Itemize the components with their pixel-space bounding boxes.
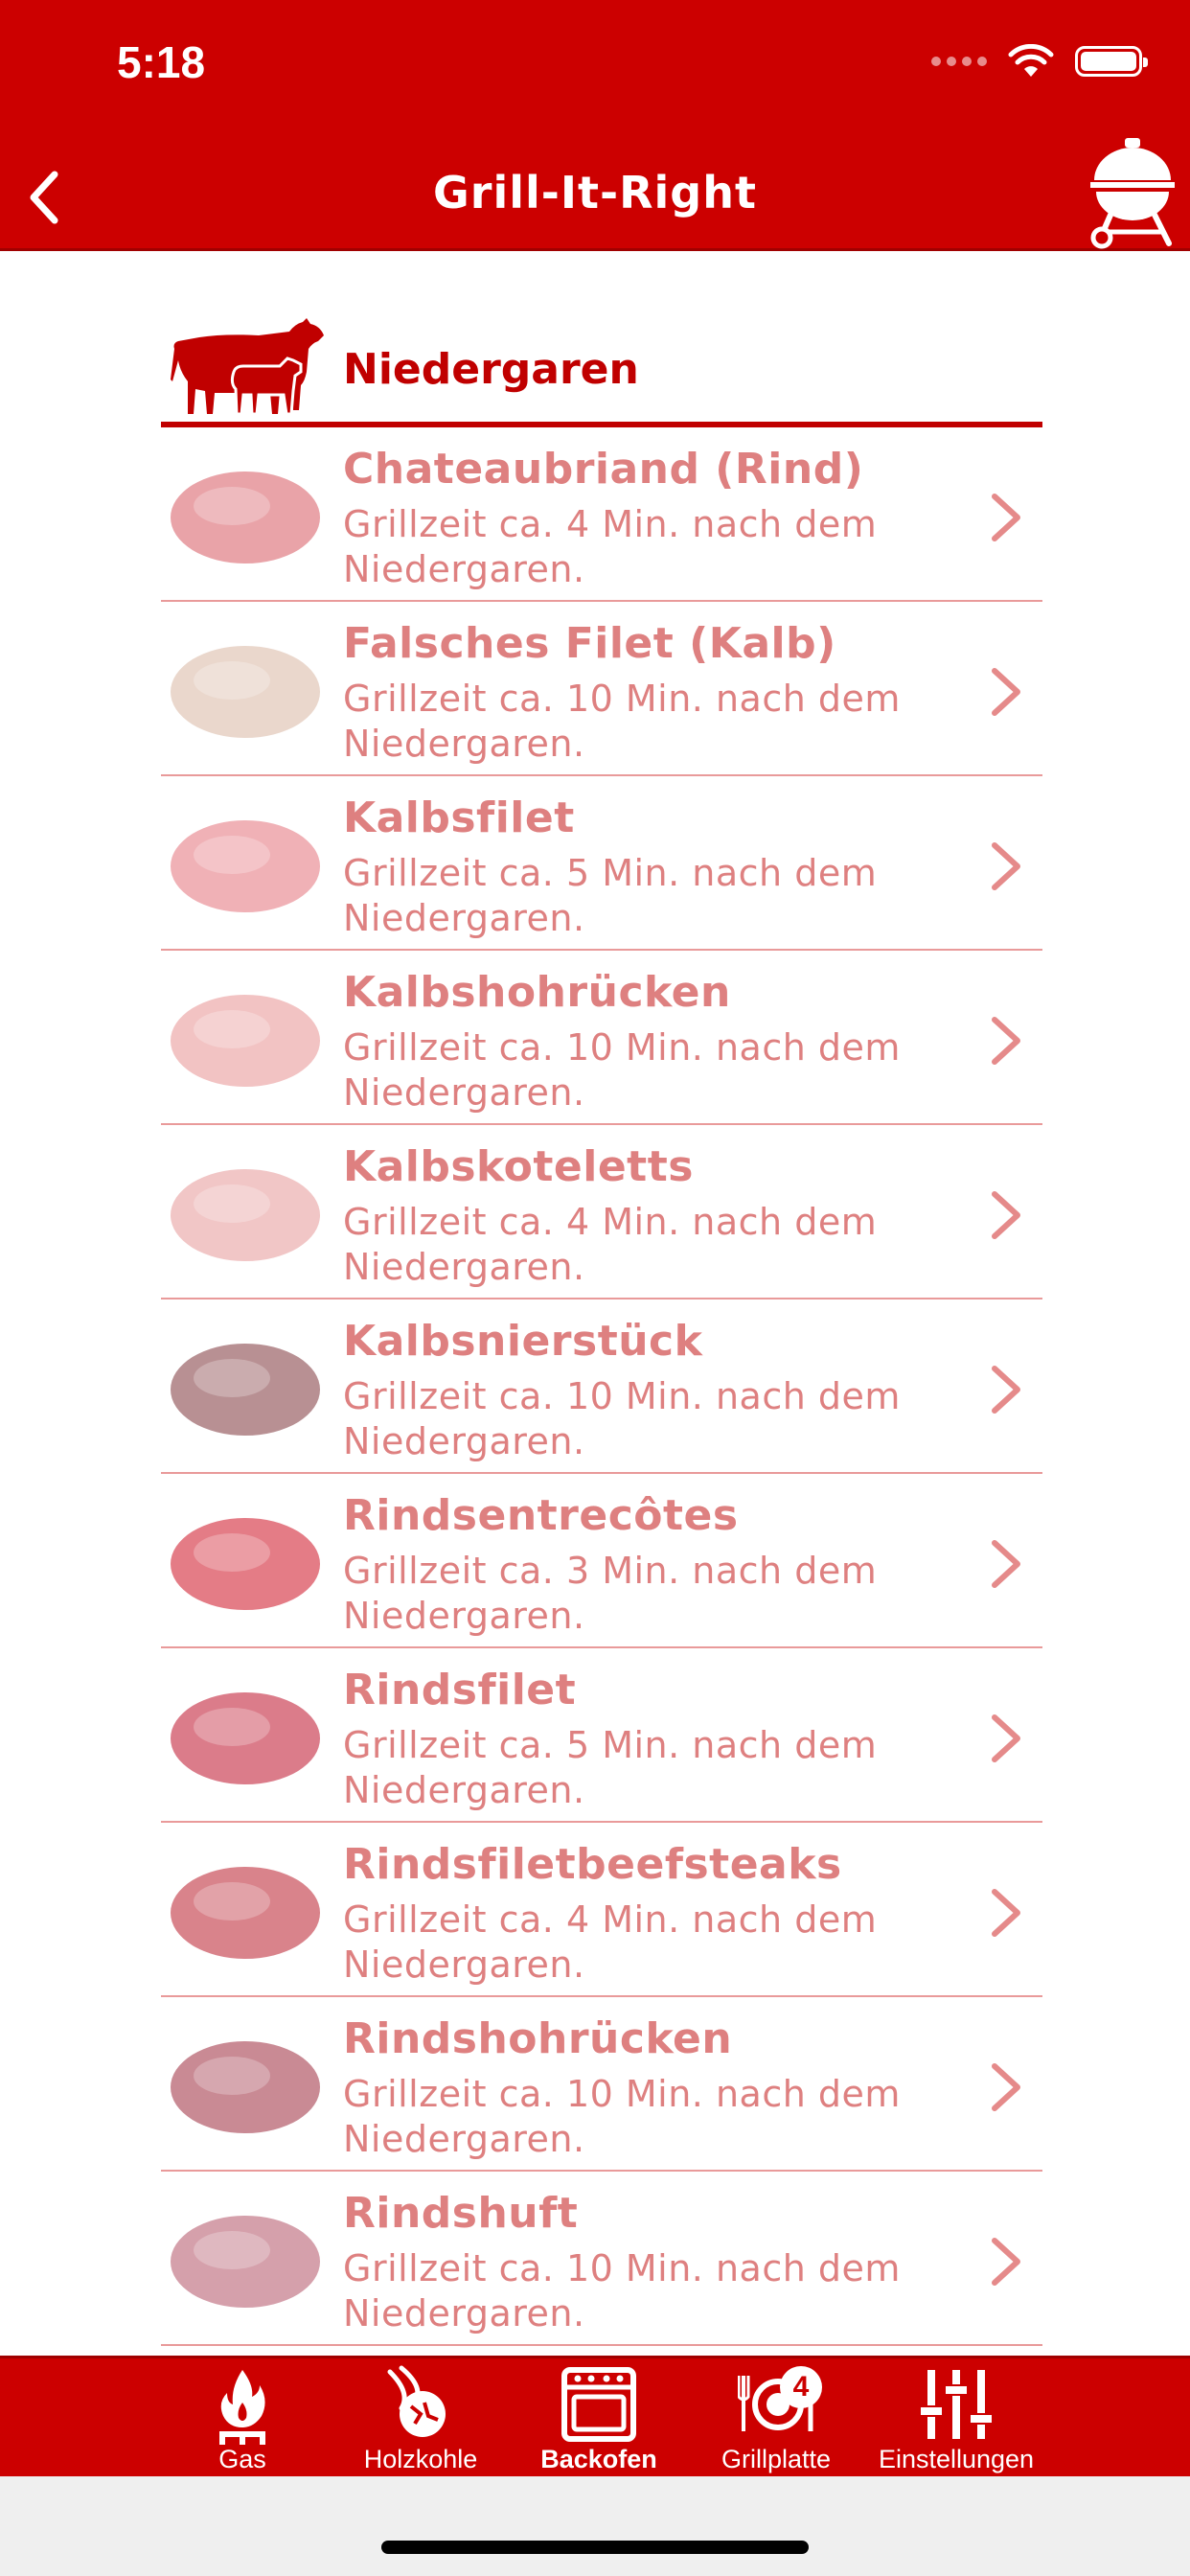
settings-sliders-icon xyxy=(919,2370,994,2439)
status-bar: 5:18 xyxy=(0,0,1190,144)
cattle-icon xyxy=(171,318,324,416)
battery-icon xyxy=(1075,46,1148,77)
tab-backofen[interactable]: Backofen xyxy=(532,2358,666,2479)
item-title: Kalbskoteletts xyxy=(343,1142,694,1191)
item-description: Grillzeit ca. 4 Min. nach dem Niedergare… xyxy=(343,503,878,590)
meat-image xyxy=(171,2041,320,2133)
chevron-right-icon xyxy=(992,1714,1020,1762)
meat-image xyxy=(171,1169,320,1261)
notification-badge: 4 xyxy=(780,2366,822,2408)
list-item[interactable]: Rindsentrecôtes Grillzeit ca. 3 Min. nach… xyxy=(161,1474,1042,1648)
item-title: Rindsentrecôtes xyxy=(343,1491,739,1540)
tab-bar: Gas Holzkohle Backofen 4 Grillplatte Ein… xyxy=(0,2356,1190,2476)
item-title: Kalbsnierstück xyxy=(343,1317,703,1366)
oven-icon xyxy=(561,2367,636,2442)
charcoal-icon xyxy=(387,2365,446,2437)
chevron-right-icon xyxy=(992,1540,1020,1588)
chevron-right-icon xyxy=(992,668,1020,716)
list-item[interactable]: Falsches Filet (Kalb) Grillzeit ca. 10 Mi… xyxy=(161,602,1042,776)
meat-image xyxy=(171,995,320,1087)
chevron-right-icon xyxy=(992,2238,1020,2286)
item-description: Grillzeit ca. 10 Min. nach dem Niedergar… xyxy=(343,2247,901,2334)
list-item[interactable]: Rindshuft Grillzeit ca. 10 Min. nach dem … xyxy=(161,2172,1042,2346)
item-title: Kalbsfilet xyxy=(343,794,575,842)
meat-image xyxy=(171,1692,320,1784)
tab-label: Gas xyxy=(218,2445,266,2473)
item-description: Grillzeit ca. 5 Min. nach dem Niedergare… xyxy=(343,852,878,939)
meat-image xyxy=(171,820,320,912)
list-item[interactable]: Kalbsfilet Grillzeit ca. 5 Min. nach dem … xyxy=(161,776,1042,951)
cellular-signal-icon xyxy=(931,57,987,66)
chevron-right-icon xyxy=(992,1889,1020,1937)
chevron-right-icon xyxy=(992,494,1020,541)
chevron-right-icon xyxy=(992,1191,1020,1239)
grill-button[interactable] xyxy=(1083,125,1182,249)
tab-label: Holzkohle xyxy=(363,2445,478,2473)
tab-label: Einstellungen xyxy=(878,2445,1035,2473)
content-area[interactable]: Niedergaren Chateaubriand (Rind) Grillzei… xyxy=(0,251,1190,2356)
item-title: Rindshuft xyxy=(343,2189,579,2238)
item-description: Grillzeit ca. 10 Min. nach dem Niedergar… xyxy=(343,678,901,765)
tab-holzkohle[interactable]: Holzkohle xyxy=(358,2358,483,2479)
item-title: Falsches Filet (Kalb) xyxy=(343,619,836,668)
status-time: 5:18 xyxy=(117,37,206,87)
wifi-icon xyxy=(1008,44,1054,77)
meat-image xyxy=(171,1518,320,1610)
meat-image xyxy=(171,1867,320,1959)
home-indicator[interactable] xyxy=(381,2541,809,2554)
item-title: Chateaubriand (Rind) xyxy=(343,445,864,494)
grill-plate-icon-wrap: 4 xyxy=(737,2364,822,2445)
gas-flame-icon xyxy=(219,2370,265,2445)
meat-image xyxy=(171,646,320,738)
section-header: Niedergaren xyxy=(161,309,1042,427)
meat-image xyxy=(171,1344,320,1436)
item-description: Grillzeit ca. 10 Min. nach dem Niedergar… xyxy=(343,1026,901,1114)
home-indicator-area xyxy=(0,2476,1190,2576)
tab-label: Grillplatte xyxy=(721,2445,832,2473)
meat-image xyxy=(171,472,320,564)
list-item[interactable]: Chateaubriand (Rind) Grillzeit ca. 4 Min.… xyxy=(161,427,1042,602)
navigation-bar: Grill-It-Right xyxy=(0,138,1190,251)
page-title: Grill-It-Right xyxy=(433,167,757,218)
item-description: Grillzeit ca. 10 Min. nach dem Niedergar… xyxy=(343,1375,901,1462)
tab-grillplatte[interactable]: 4 Grillplatte xyxy=(709,2358,843,2479)
list-item[interactable]: Rindsfilet Grillzeit ca. 5 Min. nach dem … xyxy=(161,1648,1042,1823)
list-item[interactable]: Kalbshohrücken Grillzeit ca. 10 Min. nach… xyxy=(161,951,1042,1125)
chevron-right-icon xyxy=(992,1366,1020,1414)
item-title: Rindsfilet xyxy=(343,1666,577,1714)
item-title: Kalbshohrücken xyxy=(343,968,731,1017)
chevron-right-icon xyxy=(992,1017,1020,1065)
list-item[interactable]: Kalbsnierstück Grillzeit ca. 10 Min. nach… xyxy=(161,1300,1042,1474)
kettle-grill-icon xyxy=(1090,138,1175,249)
tab-einstellungen[interactable]: Einstellungen xyxy=(870,2358,1042,2479)
status-icons xyxy=(931,44,1148,79)
tab-label: Backofen xyxy=(540,2445,657,2473)
meat-list: Chateaubriand (Rind) Grillzeit ca. 4 Min.… xyxy=(161,427,1042,2346)
item-description: Grillzeit ca. 4 Min. nach dem Niedergare… xyxy=(343,1898,878,1986)
list-item[interactable]: Kalbskoteletts Grillzeit ca. 4 Min. nach … xyxy=(161,1125,1042,1300)
tab-gas[interactable]: Gas xyxy=(204,2358,281,2479)
item-description: Grillzeit ca. 3 Min. nach dem Niedergare… xyxy=(343,1550,878,1637)
meat-image xyxy=(171,2216,320,2308)
item-title: Rindsfiletbeefsteaks xyxy=(343,1840,842,1889)
list-item[interactable]: Rindsfiletbeefsteaks Grillzeit ca. 4 Min.… xyxy=(161,1823,1042,1997)
section-title: Niedergaren xyxy=(343,345,639,394)
item-description: Grillzeit ca. 4 Min. nach dem Niedergare… xyxy=(343,1201,878,1288)
item-description: Grillzeit ca. 10 Min. nach dem Niedergar… xyxy=(343,2073,901,2160)
chevron-right-icon xyxy=(992,2063,1020,2111)
list-item[interactable]: Rindshohrücken Grillzeit ca. 10 Min. nach… xyxy=(161,1997,1042,2172)
item-title: Rindshohrücken xyxy=(343,2014,733,2063)
chevron-right-icon xyxy=(992,842,1020,890)
item-description: Grillzeit ca. 5 Min. nach dem Niedergare… xyxy=(343,1724,878,1811)
